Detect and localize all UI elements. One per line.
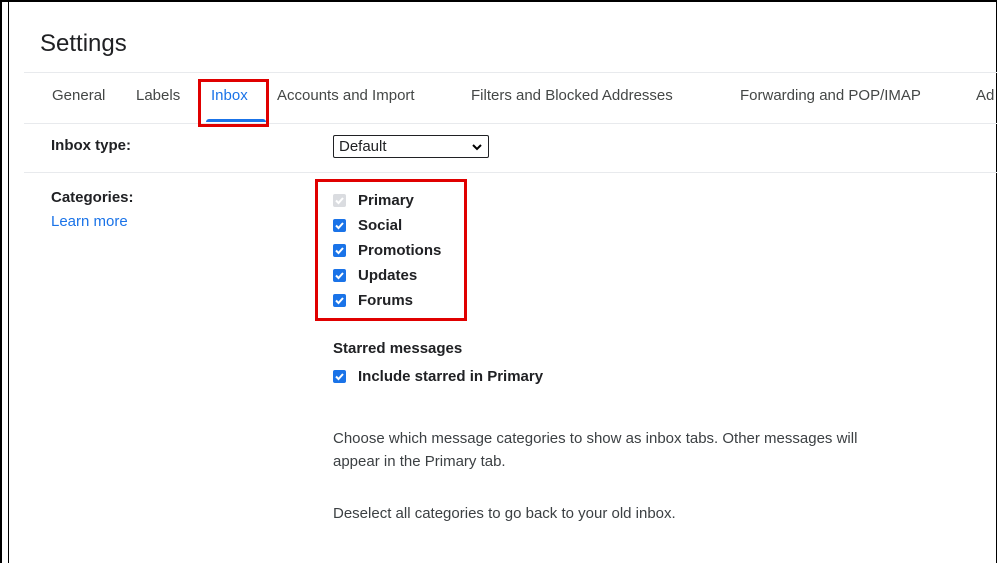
starred-messages-heading: Starred messages (333, 340, 463, 357)
inbox-type-label: Inbox type: (51, 137, 132, 154)
categories-highlight-box (315, 179, 467, 321)
section-divider (24, 172, 997, 173)
description-line-1: Choose which message categories to show … (333, 430, 858, 447)
categories-description: Choose which message categories to show … (333, 427, 973, 473)
chevron-down-icon (472, 144, 482, 151)
include-starred-label: Include starred in Primary (358, 367, 544, 385)
learn-more-link[interactable]: Learn more (51, 213, 128, 230)
tab-accounts-and-import[interactable]: Accounts and Import (277, 87, 415, 104)
tab-labels[interactable]: Labels (136, 87, 180, 104)
tab-forwarding-and-pop-imap[interactable]: Forwarding and POP/IMAP (740, 87, 921, 104)
description-line-2: appear in the Primary tab. (333, 453, 506, 470)
page-title: Settings (40, 30, 127, 57)
deselect-note: Deselect all categories to go back to yo… (333, 505, 676, 522)
inbox-type-select[interactable]: Default (333, 135, 489, 158)
left-border-line (8, 2, 9, 563)
tab-addons-truncated[interactable]: Ad (976, 87, 994, 104)
settings-tab-bar: General Labels Inbox Accounts and Import… (24, 72, 997, 124)
include-starred-option[interactable]: Include starred in Primary (333, 366, 543, 386)
checkmark-icon (335, 372, 344, 380)
tab-filters-and-blocked-addresses[interactable]: Filters and Blocked Addresses (471, 87, 673, 104)
inbox-type-selected-value: Default (339, 138, 387, 155)
checkbox-include-starred[interactable] (333, 369, 346, 383)
categories-label: Categories: (51, 189, 134, 206)
inbox-tab-highlight-box (198, 79, 269, 127)
tab-general[interactable]: General (52, 87, 105, 104)
